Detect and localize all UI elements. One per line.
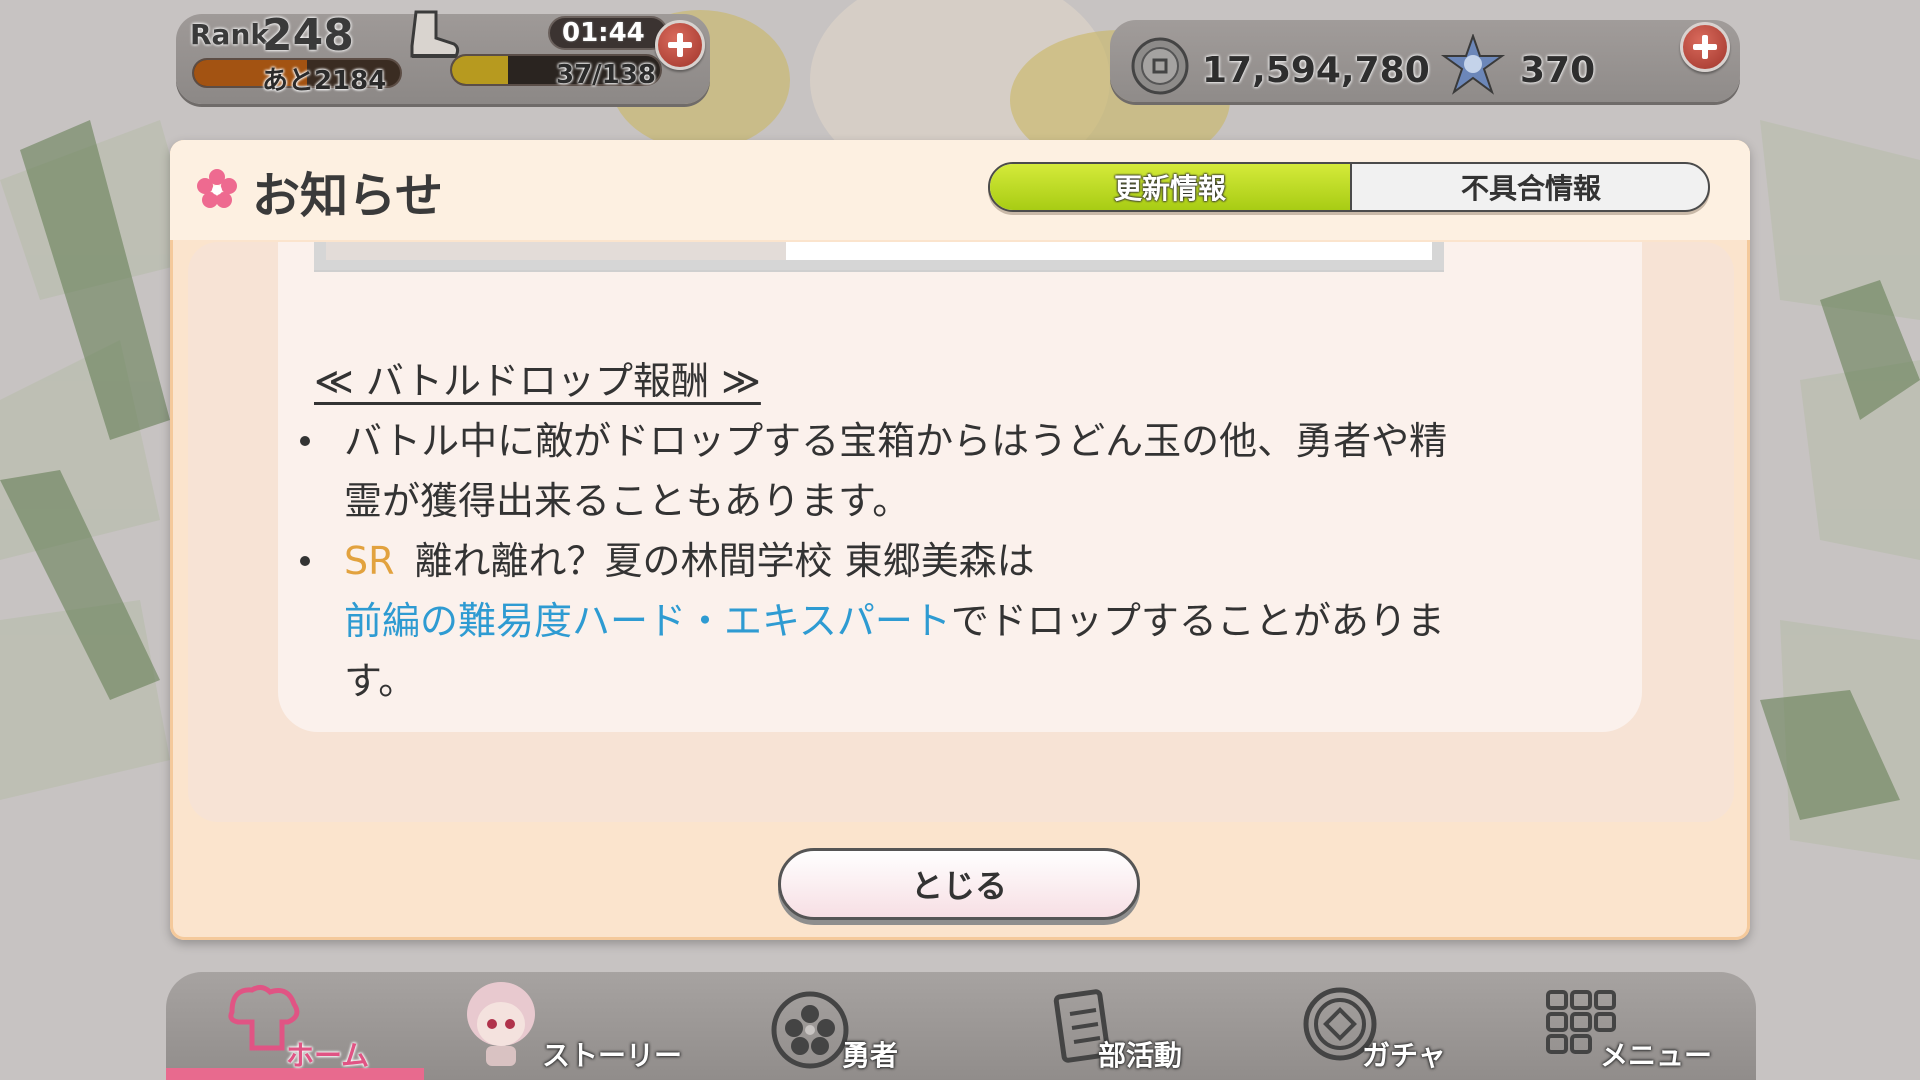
- dialog-title: お知らせ: [252, 168, 444, 224]
- bullet2-line2: 前編の難易度ハード・エキスパートでドロップすることがありま: [344, 590, 1445, 645]
- add-stamina-button[interactable]: [655, 20, 705, 70]
- nav-menu[interactable]: メニュー: [1542, 972, 1742, 1080]
- nav-home-label: ホーム: [286, 1039, 370, 1072]
- add-gems-button[interactable]: [1680, 22, 1730, 72]
- bullet-dot: [300, 556, 310, 566]
- notice-tabs: 更新情報 不具合情報: [988, 162, 1710, 212]
- tab-bug-info[interactable]: 不具合情報: [1352, 164, 1708, 210]
- tab-update-info[interactable]: 更新情報: [990, 164, 1352, 210]
- bullet2-line2-text: でドロップすることがありま: [950, 599, 1445, 643]
- nav-menu-label: メニュー: [1600, 1039, 1713, 1072]
- section-heading: ≪ バトルドロップ報酬 ≫: [314, 359, 761, 403]
- nav-hero[interactable]: 勇者: [766, 972, 946, 1080]
- notice-image-right: [786, 242, 1432, 260]
- stamina-timer: 01:44: [562, 18, 645, 48]
- close-button[interactable]: とじる: [778, 848, 1140, 920]
- rank-value: 248: [262, 10, 354, 61]
- sakura-icon: [197, 169, 237, 208]
- coin-count: 17,594,780: [1202, 50, 1430, 91]
- coin-icon: [1131, 37, 1189, 95]
- nav-hero-label: 勇者: [842, 1039, 899, 1072]
- hero-icon: [771, 991, 849, 1069]
- nav-gacha-label: ガチャ: [1362, 1039, 1446, 1072]
- notice-image-left: [326, 242, 786, 260]
- bullet2-line3: す。: [344, 659, 417, 703]
- bullet2-line1-text: 離れ離れ？夏の林間学校 東郷美森は: [414, 539, 1035, 583]
- nav-home[interactable]: ホーム: [200, 972, 420, 1080]
- bullet1-line2: 霊が獲得出来ることもあります。: [344, 479, 911, 523]
- stamina-bar-fill: [452, 56, 509, 84]
- bullet-dot: [300, 436, 310, 446]
- stamina-value: 37/138: [556, 60, 656, 90]
- nav-story-label: ストーリー: [542, 1039, 683, 1072]
- sr-rarity-badge: SR: [344, 539, 395, 583]
- gem-count: 370: [1520, 50, 1596, 91]
- nav-club[interactable]: 部活動: [1048, 972, 1258, 1080]
- nav-gacha[interactable]: ガチャ: [1298, 972, 1498, 1080]
- bullet2-line1: SR 離れ離れ？夏の林間学校 東郷美森は: [344, 530, 1035, 585]
- bullet1-line1: バトル中に敵がドロップする宝箱からはうどん玉の他、勇者や精: [344, 419, 1448, 463]
- nav-club-label: 部活動: [1098, 1039, 1183, 1072]
- story-icon: [467, 982, 535, 1066]
- nav-story[interactable]: ストーリー: [456, 972, 706, 1080]
- exp-remaining: あと2184: [262, 66, 387, 96]
- lotus-gem-icon: [1440, 34, 1506, 95]
- rank-label: Rank: [190, 18, 270, 51]
- quest-link[interactable]: 前編の難易度ハード・エキスパート: [344, 599, 951, 643]
